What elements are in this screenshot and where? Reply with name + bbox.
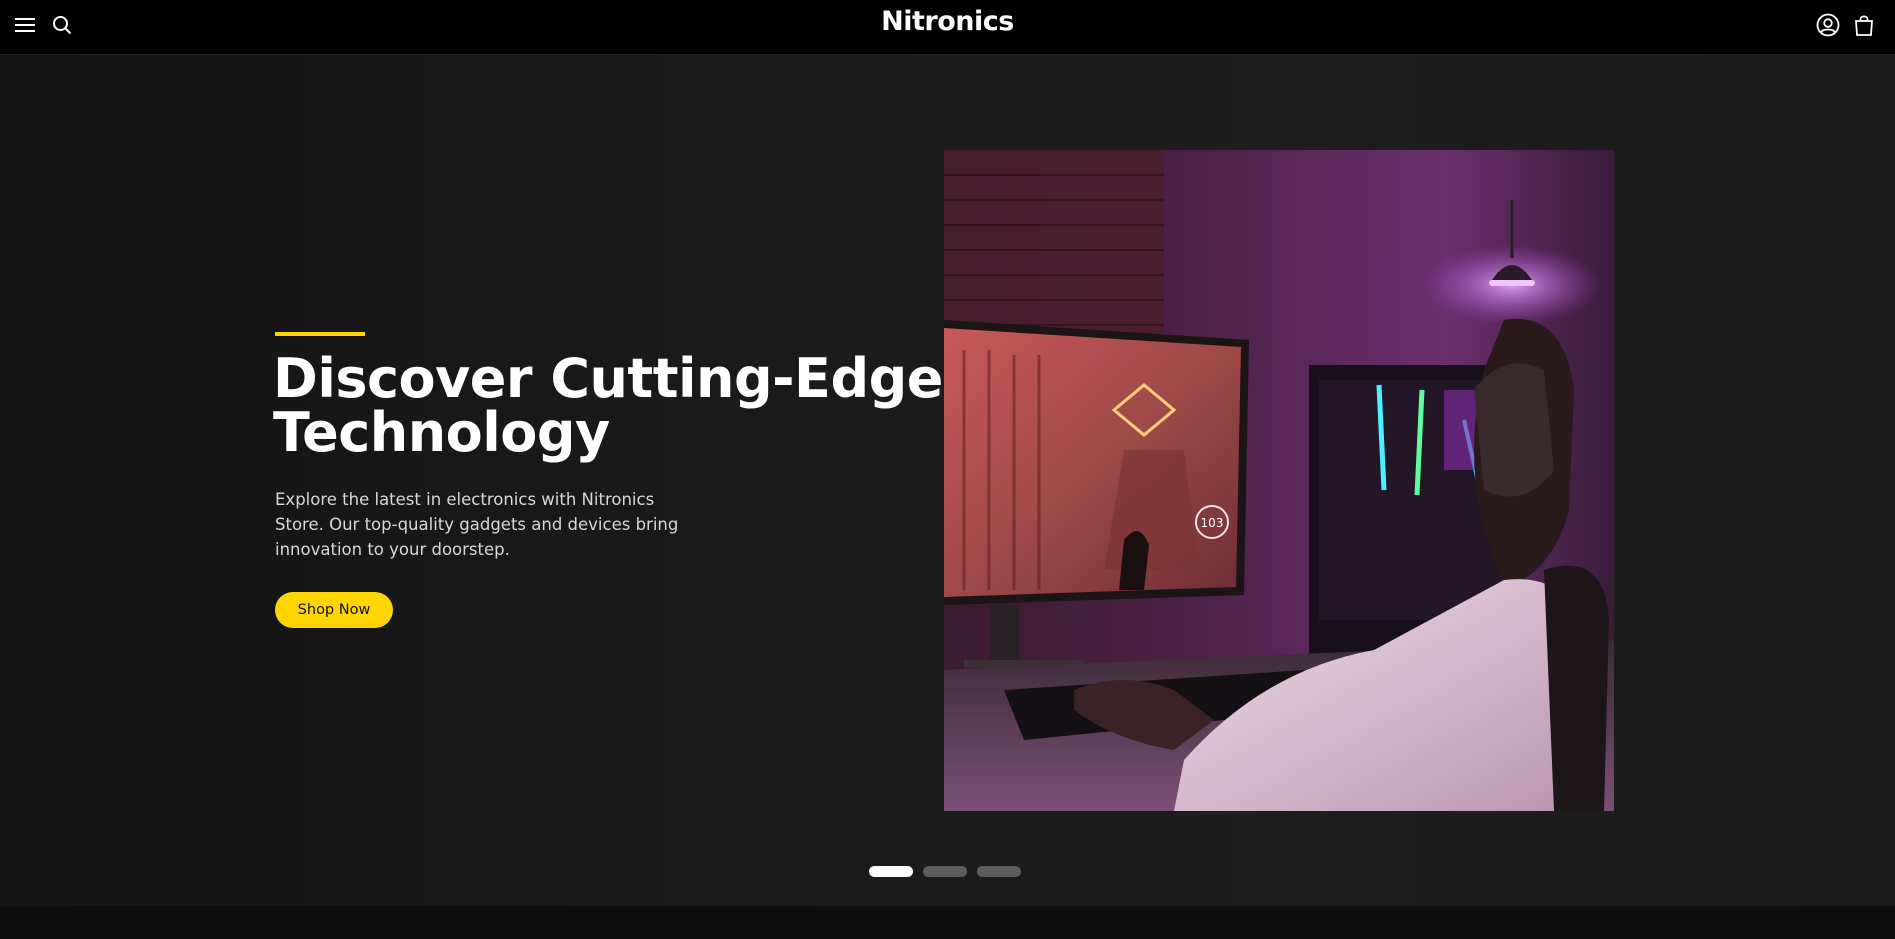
- brand-logo[interactable]: Nitronics: [0, 6, 1895, 37]
- shop-now-button[interactable]: Shop Now: [275, 592, 393, 628]
- carousel-dot-2[interactable]: [923, 866, 967, 877]
- carousel-dot-3[interactable]: [977, 866, 1021, 877]
- hud-speed: 103: [1201, 516, 1224, 530]
- hero-image: 103: [944, 150, 1614, 811]
- site-header: Nitronics: [0, 0, 1895, 55]
- account-icon[interactable]: [1815, 12, 1841, 38]
- cart-icon[interactable]: [1851, 12, 1877, 38]
- hero-headline: Discover Cutting-Edge Technology: [273, 347, 943, 464]
- hero-subtext: Explore the latest in electronics with N…: [275, 490, 679, 559]
- page-bottom-band: [0, 906, 1895, 939]
- carousel-dot-1[interactable]: [869, 866, 913, 877]
- accent-line: [275, 332, 365, 336]
